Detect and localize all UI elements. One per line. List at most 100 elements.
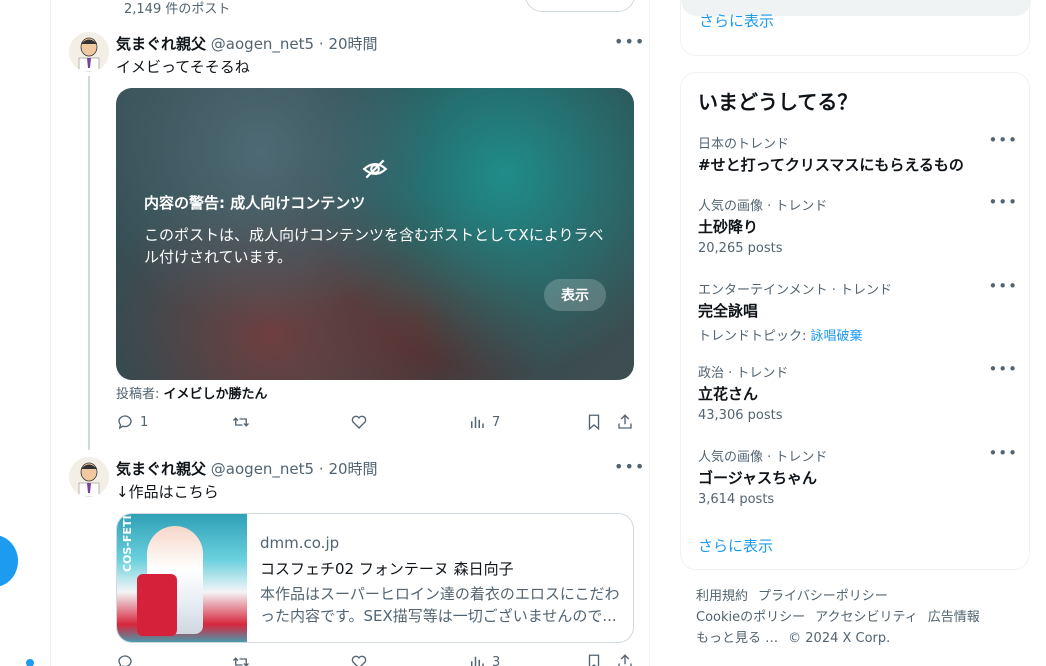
post-compose-button[interactable] bbox=[0, 535, 18, 587]
tweet-text: ↓作品はこちら bbox=[116, 483, 219, 501]
more-options-icon[interactable]: ••• bbox=[988, 277, 1018, 295]
reply-icon bbox=[118, 655, 132, 666]
card-image-text: COS-FETI bbox=[121, 515, 134, 572]
trends-show-more-link[interactable]: さらに表示 bbox=[698, 535, 773, 556]
more-options-icon[interactable]: ••• bbox=[988, 131, 1018, 149]
views-button[interactable]: 3 bbox=[468, 653, 500, 666]
trend-name: 完全詠唱 bbox=[698, 302, 759, 320]
avatar[interactable] bbox=[69, 457, 109, 497]
poster-label: 投稿者: bbox=[116, 387, 164, 402]
tweet-header: 気まぐれ親父 @aogen_net5 · 20時間 bbox=[116, 33, 378, 54]
like-button[interactable] bbox=[350, 653, 368, 666]
card-description: 本作品はスーパーヒロイン達の着衣のエロスにこだわった内容です。SEX描写等は一切… bbox=[260, 585, 620, 625]
show-more-link[interactable]: さらに表示 bbox=[699, 10, 774, 31]
share-icon bbox=[618, 654, 632, 666]
display-name[interactable]: 気まぐれ親父 bbox=[116, 35, 206, 53]
follow-button[interactable] bbox=[525, 0, 635, 12]
notification-dot bbox=[26, 659, 34, 666]
trend-topic-link[interactable]: 詠唱破棄 bbox=[811, 329, 863, 344]
retweet-icon bbox=[233, 657, 249, 666]
media-author: 投稿者: イメビしか勝たん bbox=[116, 383, 268, 402]
tweet-actions: 3 bbox=[116, 653, 636, 666]
trend-count: 20,265 posts bbox=[698, 241, 783, 256]
footer-links: 利用規約 プライバシーポリシー Cookieのポリシー アクセシビリティ 広告情報 も… bbox=[696, 586, 1026, 649]
left-nav-edge bbox=[0, 0, 50, 666]
trend-meta: 政治 · トレンド bbox=[698, 366, 789, 381]
views-button[interactable]: 7 bbox=[468, 413, 500, 431]
avatar[interactable] bbox=[69, 32, 109, 72]
more-options-icon[interactable]: ••• bbox=[614, 32, 645, 51]
sensitive-media: 内容の警告: 成人向けコンテンツ このポストは、成人向けコンテンツを含むポストと… bbox=[116, 88, 634, 380]
views-icon bbox=[471, 656, 484, 666]
retweet-button[interactable] bbox=[232, 653, 250, 666]
footer-terms-link[interactable]: 利用規約 bbox=[696, 589, 748, 604]
warning-title: 内容の警告: 成人向けコンテンツ bbox=[144, 194, 366, 212]
trend-name: 土砂降り bbox=[698, 218, 759, 236]
trend-meta: エンターテインメント · トレンド bbox=[698, 283, 893, 298]
bookmark-icon bbox=[588, 414, 600, 431]
bookmark-button[interactable] bbox=[585, 413, 603, 431]
poster-name[interactable]: イメビしか勝たん bbox=[164, 387, 268, 402]
previous-module: さらに表示 bbox=[680, 0, 1031, 56]
footer-ads-link[interactable]: 広告情報 bbox=[928, 610, 980, 625]
separator: · bbox=[318, 460, 324, 478]
trend-item[interactable]: 日本のトレンド #せと打ってクリスマスにもらえるもの ••• bbox=[698, 131, 1018, 175]
views-icon bbox=[471, 416, 484, 428]
trend-item[interactable]: 人気の画像 · トレンド ゴージャスちゃん 3,614 posts ••• bbox=[698, 444, 1018, 507]
more-options-icon[interactable]: ••• bbox=[614, 457, 645, 476]
share-button[interactable] bbox=[616, 653, 634, 666]
footer-copyright: © 2024 X Corp. bbox=[788, 631, 891, 646]
user-handle[interactable]: @aogen_net5 bbox=[211, 35, 314, 53]
retweet-icon bbox=[233, 417, 249, 427]
trend-count: 43,306 posts bbox=[698, 408, 783, 423]
warning-description: このポストは、成人向けコンテンツを含むポストとしてXによりラベル付けされています… bbox=[144, 226, 604, 266]
footer-cookie-link[interactable]: Cookieのポリシー bbox=[696, 610, 805, 625]
trend-meta: 人気の画像 · トレンド bbox=[698, 450, 828, 465]
trend-name: 立花さん bbox=[698, 385, 759, 403]
like-button[interactable] bbox=[350, 413, 374, 431]
trends-title: いまどうしてる？ bbox=[698, 90, 858, 114]
reply-count: 1 bbox=[140, 414, 149, 430]
trend-topic-label: トレンドトピック: bbox=[698, 329, 811, 344]
share-icon bbox=[618, 414, 632, 429]
trend-item[interactable]: 政治 · トレンド 立花さん 43,306 posts ••• bbox=[698, 360, 1018, 423]
trend-meta: 日本のトレンド bbox=[698, 137, 790, 152]
more-options-icon[interactable]: ••• bbox=[988, 360, 1018, 378]
more-options-icon[interactable]: ••• bbox=[988, 444, 1018, 462]
trend-item[interactable]: エンターテインメント · トレンド 完全詠唱 トレンドトピック: 詠唱破棄 ••… bbox=[698, 277, 1018, 344]
timestamp[interactable]: 20時間 bbox=[328, 460, 377, 478]
footer-more-link[interactable]: もっと見る … bbox=[696, 631, 778, 646]
trend-topic: トレンドトピック: 詠唱破棄 bbox=[698, 325, 1018, 344]
link-card[interactable]: COS-FETI dmm.co.jp コスフェチ02 フォンテーヌ 森日向子 本… bbox=[116, 513, 634, 643]
reply-icon bbox=[118, 415, 132, 430]
reply-button[interactable] bbox=[116, 653, 134, 666]
trend-item[interactable]: 人気の画像 · トレンド 土砂降り 20,265 posts ••• bbox=[698, 193, 1018, 256]
heart-icon bbox=[351, 415, 367, 429]
views-count: 7 bbox=[492, 414, 501, 430]
footer-accessibility-link[interactable]: アクセシビリティ bbox=[815, 610, 918, 625]
separator: · bbox=[318, 35, 324, 53]
display-name[interactable]: 気まぐれ親父 bbox=[116, 460, 206, 478]
card-title: コスフェチ02 フォンテーヌ 森日向子 bbox=[260, 560, 514, 578]
bookmark-icon bbox=[588, 654, 600, 666]
reply-button[interactable]: 1 bbox=[116, 413, 148, 431]
show-media-button[interactable]: 表示 bbox=[544, 279, 606, 311]
views-count: 3 bbox=[492, 654, 501, 666]
trends-module: いまどうしてる？ 日本のトレンド #せと打ってクリスマスにもらえるもの ••• … bbox=[680, 72, 1030, 570]
user-handle[interactable]: @aogen_net5 bbox=[211, 460, 314, 478]
heart-icon bbox=[351, 655, 367, 666]
retweet-button[interactable] bbox=[232, 413, 256, 431]
thread-line bbox=[88, 76, 90, 450]
share-button[interactable] bbox=[616, 413, 634, 431]
card-thumbnail[interactable]: COS-FETI bbox=[117, 514, 247, 642]
timeline: 2,149 件のポスト 気まぐれ親父 @aogen_net5 · 20時間 ••… bbox=[50, 0, 650, 666]
card-body[interactable]: dmm.co.jp コスフェチ02 フォンテーヌ 森日向子 本作品はスーパーヒロ… bbox=[260, 534, 622, 627]
trend-name: ゴージャスちゃん bbox=[698, 469, 817, 487]
tweet-header: 気まぐれ親父 @aogen_net5 · 20時間 bbox=[116, 458, 378, 479]
timestamp[interactable]: 20時間 bbox=[328, 35, 377, 53]
bookmark-button[interactable] bbox=[585, 653, 603, 666]
footer-privacy-link[interactable]: プライバシーポリシー bbox=[758, 589, 888, 604]
more-options-icon[interactable]: ••• bbox=[988, 193, 1018, 211]
trend-count: 3,614 posts bbox=[698, 492, 775, 507]
eye-slash-icon bbox=[362, 159, 388, 179]
